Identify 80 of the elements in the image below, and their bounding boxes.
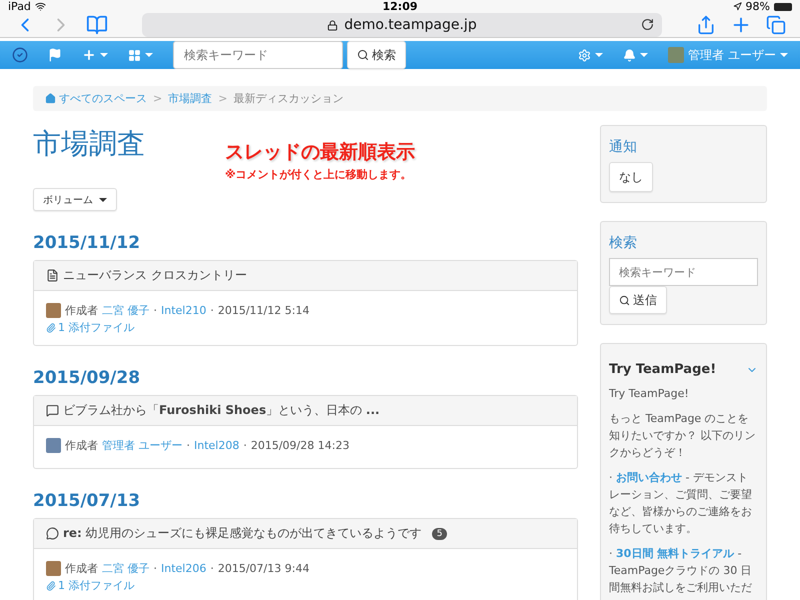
- tabs-icon[interactable]: [766, 15, 786, 35]
- annotation-note: ※コメントが付くと上に移動します。: [225, 167, 413, 182]
- promo-link[interactable]: 30日間 無料トライアル: [616, 545, 734, 562]
- breadcrumb-separator: >: [218, 92, 228, 105]
- link-description: · 30日間 無料トライアル - TeamPageクラウドの 30 日間無料お試しをご利用いただ: [609, 545, 753, 596]
- breadcrumb-link[interactable]: すべてのスペース: [45, 91, 147, 106]
- settings-menu-button[interactable]: [578, 48, 604, 62]
- battery-icon: [774, 2, 792, 10]
- location-arrow-icon: [732, 2, 742, 11]
- search-icon: [357, 49, 369, 61]
- panel-title: 通知: [609, 138, 638, 156]
- date-heading: 2015/07/13: [33, 491, 142, 511]
- post-time: 2015/11/12 5:14: [218, 304, 310, 317]
- space-link[interactable]: Intel208: [194, 439, 240, 452]
- space-link[interactable]: Intel210: [161, 304, 206, 317]
- device-name: iPad: [8, 0, 31, 13]
- breadcrumb-link[interactable]: 市場調査: [168, 91, 212, 106]
- attachment-link[interactable]: 1 添付ファイル: [46, 578, 565, 593]
- panel-title: 検索: [609, 234, 638, 252]
- bookmarks-icon[interactable]: [86, 14, 108, 36]
- author-link[interactable]: 管理者 ユーザー: [102, 438, 182, 453]
- comment-count: 5: [432, 528, 448, 540]
- wifi-icon: [34, 1, 46, 12]
- panel-subtitle: Try TeamPage!: [609, 386, 690, 402]
- post-time: 2015/07/13 9:44: [218, 562, 310, 575]
- promo-link[interactable]: お問い合わせ: [616, 469, 682, 486]
- logo-icon[interactable]: [12, 47, 28, 63]
- apps-menu-button[interactable]: [128, 48, 153, 62]
- paperclip-icon: [46, 580, 56, 590]
- page-title: 市場調査: [33, 126, 145, 162]
- attachment-link[interactable]: 1 添付ファイル: [46, 320, 565, 335]
- speech-bubble-icon: [46, 527, 59, 540]
- post-title[interactable]: ニューバランス クロスカントリー: [63, 267, 247, 284]
- breadcrumb-separator: >: [153, 92, 162, 105]
- separator-dot: ·: [154, 562, 157, 575]
- avatar: [46, 438, 61, 453]
- separator-dot: ·: [154, 304, 157, 317]
- speech-bubble-icon: [46, 404, 59, 417]
- separator-dot: ·: [186, 439, 190, 452]
- avatar: [46, 303, 61, 318]
- intro-text: もっと TeamPage のことを知りたいですか？ 以下のリンクからどうぞ！: [609, 411, 756, 462]
- search-field[interactable]: 検索キーワード: [173, 41, 343, 69]
- author-label: 作成者: [65, 303, 98, 318]
- volume-dropdown[interactable]: ボリューム: [33, 188, 117, 211]
- address-bar[interactable]: demo.teampage.jp: [142, 13, 662, 37]
- separator-dot: ·: [243, 439, 247, 452]
- author-link[interactable]: 二宮 優子: [102, 561, 150, 576]
- reload-icon[interactable]: [641, 18, 654, 31]
- author-label: 作成者: [65, 561, 98, 576]
- document-icon: [46, 269, 59, 282]
- share-icon[interactable]: [696, 15, 716, 35]
- submit-button[interactable]: 送信: [609, 286, 667, 314]
- none-button[interactable]: なし: [609, 162, 653, 192]
- search-button[interactable]: 検索: [347, 41, 406, 69]
- clock-time: 12:09: [382, 0, 418, 13]
- notifications-menu-button[interactable]: [623, 48, 648, 62]
- search-field[interactable]: 検索キーワード: [609, 258, 758, 286]
- space-link[interactable]: Intel206: [161, 562, 206, 575]
- home-icon: [45, 93, 56, 104]
- battery-percent: 98%: [746, 0, 770, 13]
- annotation-title: スレッドの最新順表示: [225, 140, 415, 165]
- user-menu-button[interactable]: 管理者 ユーザー: [668, 46, 788, 64]
- date-heading: 2015/09/28: [33, 368, 142, 388]
- lock-icon: [327, 20, 338, 30]
- search-icon: [619, 294, 630, 306]
- separator-dot: ·: [210, 562, 214, 575]
- current-page-label: 最新ディスカッション: [233, 91, 344, 106]
- post-time: 2015/09/28 14:23: [250, 439, 350, 452]
- avatar: [46, 561, 61, 576]
- flag-icon[interactable]: [48, 48, 62, 62]
- add-menu-button[interactable]: [82, 48, 108, 62]
- link-description: · お問い合わせ - デモンストレーション、ご質問、ご要望など、皆様からのご連絡をお待ちしています。: [609, 469, 753, 538]
- author-label: 作成者: [65, 438, 98, 453]
- date-heading: 2015/11/12: [33, 233, 142, 253]
- post-title[interactable]: re: 幼児用のシューズにも裸足感覚なものが出てきているようです: [63, 525, 422, 542]
- author-link[interactable]: 二宮 優子: [102, 303, 150, 318]
- plus-icon: [82, 48, 96, 62]
- paperclip-icon: [46, 322, 56, 332]
- separator-dot: ·: [210, 304, 214, 317]
- panel-title: Try TeamPage!: [609, 362, 716, 377]
